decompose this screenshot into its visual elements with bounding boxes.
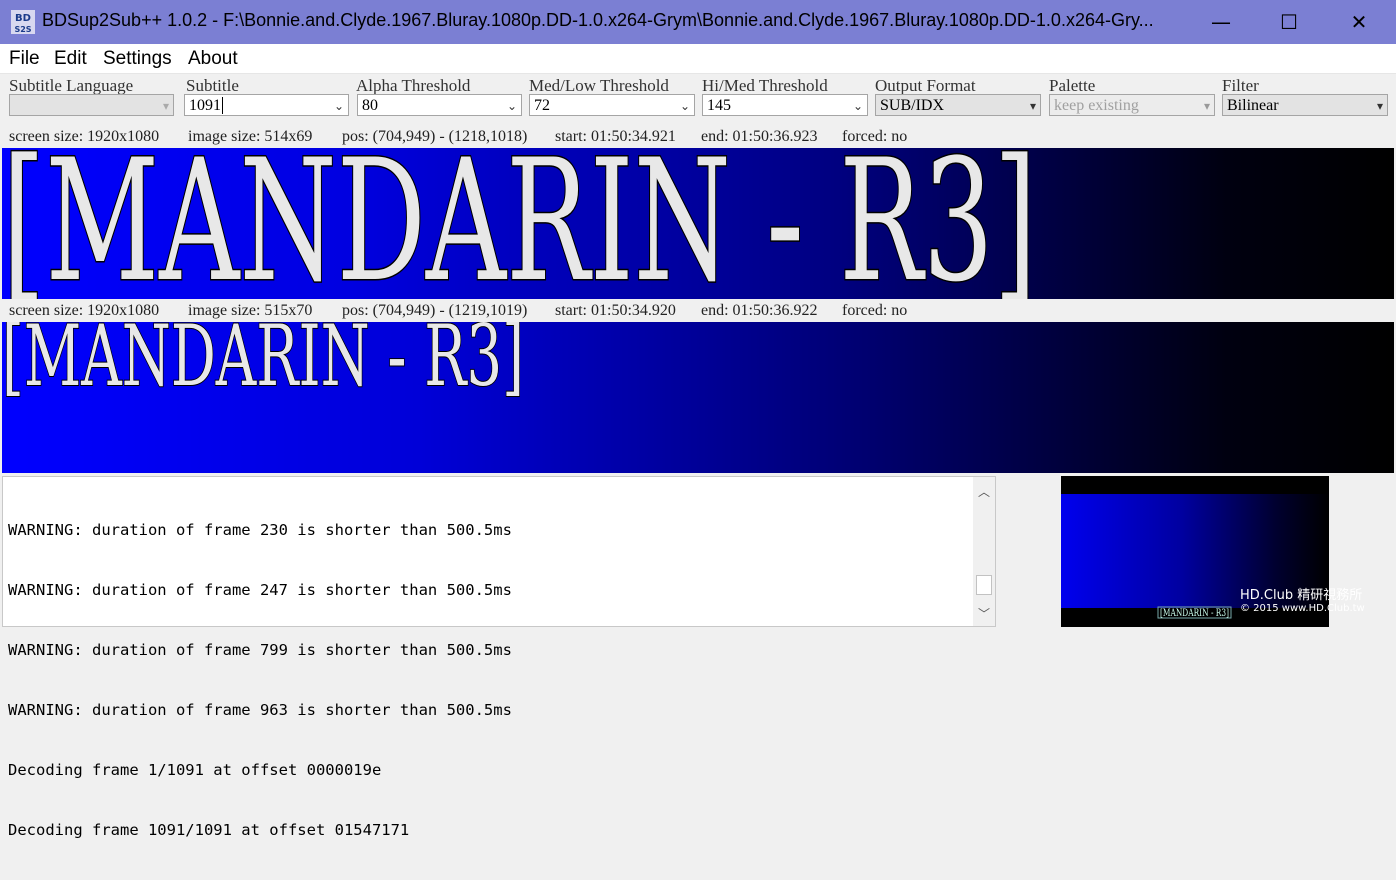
log-lines: WARNING: duration of frame 230 is shorte… xyxy=(8,480,512,880)
target-caption: [MANDARIN - R3] xyxy=(2,322,524,405)
chevron-down-icon: ⌄ xyxy=(679,99,690,113)
target-end: end: 01:50:36.922 xyxy=(701,302,818,319)
source-end: end: 01:50:36.923 xyxy=(701,128,818,145)
window-title: BDSup2Sub++ 1.0.2 - F:\Bonnie.and.Clyde.… xyxy=(42,10,1154,30)
log-panel[interactable]: WARNING: duration of frame 230 is shorte… xyxy=(2,476,996,839)
source-image-size: image size: 514x69 xyxy=(188,128,313,145)
menu-settings[interactable]: Settings xyxy=(103,48,172,70)
source-forced: forced: no xyxy=(842,128,908,145)
close-button[interactable]: ✕ xyxy=(1336,0,1382,44)
source-start: start: 01:50:34.921 xyxy=(555,128,676,145)
watermark-line1: HD.Club 精研視務所 xyxy=(1240,588,1363,603)
filter-value: Bilinear xyxy=(1227,97,1279,114)
scroll-down-arrow-icon[interactable]: ﹀ xyxy=(973,605,995,623)
scrollbar-thumb[interactable] xyxy=(976,575,992,595)
menu-about[interactable]: About xyxy=(188,48,238,70)
subtitle-combo[interactable]: 1091 ⌄ xyxy=(184,94,349,116)
target-pos: pos: (704,949) - (1219,1019) xyxy=(342,302,528,319)
output-format-value: SUB/IDX xyxy=(880,97,945,114)
thumbnail-caption: [MANDARIN - R3] xyxy=(1160,608,1229,619)
menu-edit[interactable]: Edit xyxy=(54,48,87,70)
menu-bar: File Edit Settings About xyxy=(0,44,1396,74)
target-preview: [MANDARIN - R3] xyxy=(2,322,1394,473)
app-icon: BD S2S xyxy=(11,10,35,34)
chevron-down-icon: ▾ xyxy=(162,99,169,113)
minimize-button[interactable]: — xyxy=(1198,0,1244,44)
subtitle-label: Subtitle xyxy=(186,76,239,95)
palette-select[interactable]: keep existing ▾ xyxy=(1049,94,1215,116)
chevron-down-icon: ▾ xyxy=(1376,99,1383,113)
watermark-line2: © 2015 www.HD.Club.tw xyxy=(1240,603,1365,614)
palette-label: Palette xyxy=(1049,76,1096,95)
log-scrollbar[interactable]: ︿ ﹀ xyxy=(973,477,995,626)
hi-med-threshold-value: 145 xyxy=(707,97,731,114)
log-line: WARNING: duration of frame 247 is shorte… xyxy=(8,581,512,599)
source-screen-size: screen size: 1920x1080 xyxy=(9,128,160,145)
hi-med-threshold-combo[interactable]: 145 ⌄ xyxy=(702,94,868,116)
scroll-up-arrow-icon[interactable]: ︿ xyxy=(973,483,995,501)
chevron-down-icon: ▾ xyxy=(1203,99,1210,113)
watermark: HD.Club 精研視務所 © 2015 www.HD.Club.tw xyxy=(1240,584,1365,614)
maximize-button[interactable]: ☐ xyxy=(1266,0,1312,44)
target-start: start: 01:50:34.920 xyxy=(555,302,676,319)
target-image-size: image size: 515x70 xyxy=(188,302,313,319)
output-format-select[interactable]: SUB/IDX ▾ xyxy=(875,94,1041,116)
toolbar: Subtitle Language ▾ Subtitle 1091 ⌄ Alph… xyxy=(0,74,1396,126)
log-line: WARNING: duration of frame 799 is shorte… xyxy=(8,641,512,659)
title-bar: BD S2S BDSup2Sub++ 1.0.2 - F:\Bonnie.and… xyxy=(0,0,1396,44)
source-pos: pos: (704,949) - (1218,1018) xyxy=(342,128,528,145)
subtitle-value: 1091 xyxy=(189,97,221,114)
med-low-threshold-value: 72 xyxy=(534,97,550,114)
log-line: WARNING: duration of frame 230 is shorte… xyxy=(8,521,512,539)
chevron-down-icon: ▾ xyxy=(1029,99,1036,113)
target-info-bar: screen size: 1920x1080 image size: 515x7… xyxy=(0,301,1396,321)
source-preview: [MANDARIN - R3] xyxy=(2,148,1394,299)
alpha-threshold-combo[interactable]: 80 ⌄ xyxy=(357,94,522,116)
log-line: Decoding frame 1091/1091 at offset 01547… xyxy=(8,821,410,839)
chevron-down-icon: ⌄ xyxy=(333,99,344,113)
hi-med-threshold-label: Hi/Med Threshold xyxy=(702,76,828,95)
filter-select[interactable]: Bilinear ▾ xyxy=(1222,94,1388,116)
med-low-threshold-combo[interactable]: 72 ⌄ xyxy=(529,94,695,116)
log-line: Decoding frame 1/1091 at offset 0000019e xyxy=(8,761,382,779)
chevron-down-icon: ⌄ xyxy=(852,99,863,113)
app-icon-text-top: BD xyxy=(15,13,31,24)
filter-label: Filter xyxy=(1222,76,1259,95)
target-screen-size: screen size: 1920x1080 xyxy=(9,302,160,319)
text-cursor xyxy=(222,97,223,114)
alpha-threshold-value: 80 xyxy=(362,97,378,114)
app-icon-text-bottom: S2S xyxy=(14,25,31,34)
menu-file[interactable]: File xyxy=(9,48,40,70)
palette-value: keep existing xyxy=(1054,97,1139,114)
source-caption-image: [MANDARIN - R3] xyxy=(2,148,1039,299)
subtitle-language-select[interactable]: ▾ xyxy=(9,94,174,116)
source-info-bar: screen size: 1920x1080 image size: 514x6… xyxy=(0,127,1396,147)
log-line: WARNING: duration of frame 963 is shorte… xyxy=(8,701,512,719)
alpha-threshold-label: Alpha Threshold xyxy=(356,76,471,95)
subtitle-language-label: Subtitle Language xyxy=(9,76,134,95)
output-format-label: Output Format xyxy=(875,76,976,95)
target-forced: forced: no xyxy=(842,302,908,319)
target-caption-image: [MANDARIN - R3] xyxy=(2,322,525,406)
chevron-down-icon: ⌄ xyxy=(506,99,517,113)
source-caption: [MANDARIN - R3] xyxy=(2,148,1037,299)
med-low-threshold-label: Med/Low Threshold xyxy=(529,76,669,95)
